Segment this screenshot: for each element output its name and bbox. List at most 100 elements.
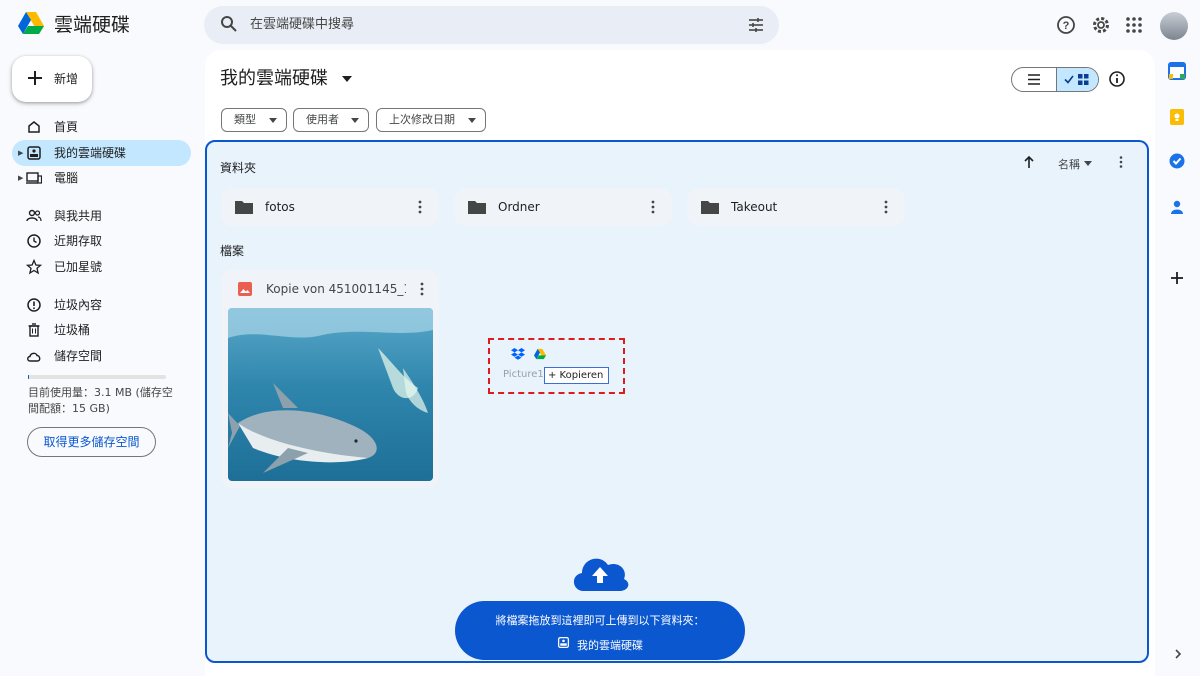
search-input[interactable]: 在雲端硬碟中搜尋	[250, 6, 354, 44]
folder-name: Ordner	[498, 200, 540, 214]
more-options-icon[interactable]	[646, 199, 660, 215]
get-more-storage-button[interactable]: 取得更多儲存空間	[27, 427, 156, 457]
folder-card[interactable]: fotos	[221, 188, 439, 226]
search-bar[interactable]: 在雲端硬碟中搜尋	[204, 6, 779, 44]
clock-icon	[26, 233, 42, 249]
new-button[interactable]: 新增	[12, 56, 92, 102]
filter-modified-chip[interactable]: 上次修改日期	[376, 108, 486, 132]
sidebar-item-shared[interactable]: 與我共用	[12, 203, 191, 229]
sidebar-item-label: 垃圾桶	[54, 323, 91, 337]
info-icon[interactable]	[1108, 70, 1126, 88]
sidebar-item-label: 近期存取	[54, 234, 103, 248]
apps-grid-icon[interactable]	[1122, 13, 1146, 37]
filter-people-label: 使用者	[306, 113, 339, 126]
search-icon[interactable]	[220, 15, 238, 33]
new-button-label: 新增	[54, 72, 79, 86]
caret-down-icon[interactable]	[1084, 161, 1092, 166]
sidebar-item-spam[interactable]: 垃圾內容	[12, 292, 191, 318]
page-title[interactable]: 我的雲端硬碟	[220, 66, 328, 92]
add-app-plus-icon[interactable]	[1167, 268, 1187, 288]
settings-gear-icon[interactable]	[1089, 13, 1113, 37]
home-icon	[26, 119, 42, 135]
image-file-icon	[237, 281, 253, 297]
computers-icon	[26, 170, 42, 186]
drive-logo-icon[interactable]	[16, 10, 46, 40]
upload-cloud-icon	[570, 551, 630, 593]
caret-down-icon	[269, 118, 277, 123]
sidebar-item-storage[interactable]: 儲存空間	[12, 343, 191, 369]
upload-message: 將檔案拖放到這裡即可上傳到以下資料夾：	[495, 614, 705, 627]
sidebar-item-label: 電腦	[54, 171, 79, 185]
filter-type-label: 類型	[234, 113, 256, 126]
caret-down-icon[interactable]	[342, 76, 352, 82]
more-options-icon[interactable]	[879, 199, 893, 215]
sidebar-item-label: 與我共用	[54, 209, 103, 223]
file-card[interactable]: Kopie von 451001145_12...	[221, 270, 439, 488]
list-view-icon[interactable]	[1012, 68, 1056, 91]
storage-usage-fill	[28, 375, 30, 379]
more-options-icon[interactable]	[413, 199, 427, 215]
more-options-icon[interactable]	[415, 281, 429, 297]
file-thumbnail-shark-image[interactable]	[228, 308, 433, 481]
filter-type-chip[interactable]: 類型	[221, 108, 287, 132]
folder-icon	[468, 200, 486, 214]
folder-card[interactable]: Takeout	[687, 188, 905, 226]
keep-app-icon[interactable]	[1168, 108, 1188, 128]
drive-logo-icon	[533, 348, 547, 361]
files-heading: 檔案	[220, 244, 245, 258]
folder-name: fotos	[265, 200, 295, 214]
filter-modified-label: 上次修改日期	[389, 113, 455, 126]
spam-icon	[26, 297, 42, 313]
caret-down-icon	[468, 118, 476, 123]
trash-icon	[26, 322, 42, 338]
sidebar-item-computers[interactable]: ▶ 電腦	[12, 165, 191, 191]
sidebar-item-label: 垃圾內容	[54, 298, 103, 312]
caret-down-icon	[351, 118, 359, 123]
sidebar-item-label: 我的雲端硬碟	[54, 146, 127, 160]
filter-people-chip[interactable]: 使用者	[293, 108, 369, 132]
folder-icon	[701, 200, 719, 214]
expand-arrow-icon[interactable]: ▶	[18, 140, 23, 166]
sidebar-item-starred[interactable]: 已加星號	[12, 254, 191, 280]
upload-destination-banner: 將檔案拖放到這裡即可上傳到以下資料夾： 我的雲端硬碟	[455, 601, 745, 660]
my-drive-icon	[557, 636, 570, 649]
calendar-app-icon[interactable]	[1168, 62, 1188, 82]
folder-name: Takeout	[731, 200, 778, 214]
copy-cursor-label: + Kopieren	[544, 367, 610, 384]
search-options-icon[interactable]	[747, 16, 765, 34]
star-icon	[26, 259, 42, 275]
cloud-icon	[26, 348, 42, 364]
dropbox-icon	[511, 348, 525, 361]
grid-view-icon[interactable]	[1056, 68, 1098, 91]
folder-card[interactable]: Ordner	[454, 188, 672, 226]
expand-arrow-icon[interactable]: ▶	[18, 165, 23, 191]
svg-text:?: ?	[1063, 20, 1070, 32]
folder-icon	[235, 200, 253, 214]
chevron-right-icon[interactable]	[1171, 647, 1185, 661]
sort-direction-arrow-icon[interactable]	[1022, 155, 1036, 169]
contacts-app-icon[interactable]	[1168, 198, 1188, 218]
upload-destination-name: 我的雲端硬碟	[577, 639, 643, 652]
sort-by-label[interactable]: 名稱	[1058, 156, 1080, 172]
sidebar-item-label: 已加星號	[54, 260, 103, 274]
storage-usage-text: 目前使用量：3.1 MB (儲存空間配額：15 GB)	[28, 386, 173, 415]
more-options-icon[interactable]	[1114, 155, 1128, 169]
sidebar-item-recent[interactable]: 近期存取	[12, 228, 191, 254]
account-avatar[interactable]	[1160, 12, 1188, 40]
plus-icon	[26, 69, 44, 87]
file-name: Kopie von 451001145_12...	[266, 282, 406, 296]
folders-heading: 資料夾	[220, 161, 257, 175]
sidebar-item-my-drive[interactable]: ▶ 我的雲端硬碟	[12, 140, 191, 166]
drag-preview: Picture1.p + Kopieren	[488, 338, 625, 394]
help-icon[interactable]: ?	[1054, 13, 1078, 37]
my-drive-icon	[26, 145, 42, 161]
view-toggle[interactable]	[1011, 67, 1099, 92]
tasks-app-icon[interactable]	[1168, 152, 1188, 172]
storage-usage-bar	[28, 375, 166, 379]
sidebar-item-home[interactable]: 首頁	[12, 114, 191, 140]
shared-with-me-icon	[26, 208, 42, 224]
app-title[interactable]: 雲端硬碟	[54, 10, 130, 40]
sidebar-item-label: 首頁	[54, 120, 79, 134]
sidebar-item-label: 儲存空間	[54, 349, 103, 363]
sidebar-item-trash[interactable]: 垃圾桶	[12, 317, 191, 343]
